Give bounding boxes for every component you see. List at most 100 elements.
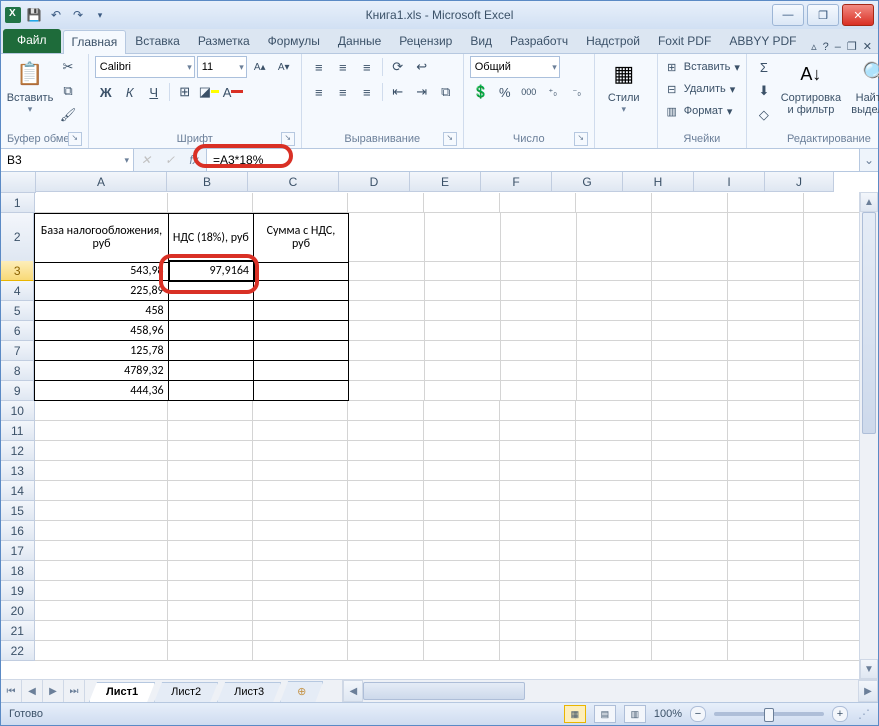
cell-H17[interactable] [652, 541, 728, 561]
cell-G9[interactable] [577, 381, 653, 401]
cell-B22[interactable] [168, 641, 254, 661]
cell-E21[interactable] [424, 621, 500, 641]
cell-B12[interactable] [168, 441, 254, 461]
cell-F3[interactable] [501, 261, 577, 281]
ribbon-tab-foxit pdf[interactable]: Foxit PDF [649, 29, 720, 53]
cell-H12[interactable] [652, 441, 728, 461]
cell-C6[interactable] [254, 321, 349, 341]
cell-C20[interactable] [253, 601, 348, 621]
number-format-combo[interactable]: Общий [470, 56, 560, 78]
cell-B15[interactable] [168, 501, 254, 521]
cell-D11[interactable] [348, 421, 424, 441]
ribbon-tab-вид[interactable]: Вид [461, 29, 501, 53]
close-button[interactable]: ✕ [842, 4, 874, 26]
cell-B19[interactable] [168, 581, 254, 601]
align-right-button[interactable]: ≡ [356, 81, 378, 103]
ribbon-tab-вставка[interactable]: Вставка [126, 29, 189, 53]
cell-G7[interactable] [577, 341, 653, 361]
sheet-nav-first-icon[interactable]: ⏮ [1, 680, 22, 702]
cell-G10[interactable] [576, 401, 652, 421]
cell-H18[interactable] [652, 561, 728, 581]
cell-A17[interactable] [35, 541, 168, 561]
cell-C4[interactable] [254, 281, 349, 301]
clipboard-dialog-icon[interactable]: ↘ [68, 132, 82, 146]
cell-D22[interactable] [348, 641, 424, 661]
cell-H14[interactable] [652, 481, 728, 501]
row-header-18[interactable]: 18 [1, 561, 35, 581]
cell-F18[interactable] [500, 561, 576, 581]
cell-A15[interactable] [35, 501, 168, 521]
cell-B21[interactable] [168, 621, 254, 641]
row-header-1[interactable]: 1 [1, 193, 35, 213]
cell-B5[interactable] [169, 301, 254, 321]
cell-F8[interactable] [501, 361, 577, 381]
cell-H15[interactable] [652, 501, 728, 521]
cell-G3[interactable] [577, 261, 653, 281]
cell-E9[interactable] [425, 381, 501, 401]
column-header-D[interactable]: D [339, 172, 410, 192]
cell-I22[interactable] [728, 641, 804, 661]
file-tab[interactable]: Файл [3, 29, 61, 53]
delete-cells-button[interactable]: ⊟Удалить ▾ [664, 78, 736, 100]
row-header-21[interactable]: 21 [1, 621, 35, 641]
cell-E16[interactable] [424, 521, 500, 541]
cell-I15[interactable] [728, 501, 804, 521]
cell-C5[interactable] [254, 301, 349, 321]
cell-D10[interactable] [348, 401, 424, 421]
row-header-22[interactable]: 22 [1, 641, 35, 661]
cell-H3[interactable] [652, 261, 728, 281]
cell-E7[interactable] [425, 341, 501, 361]
expand-formula-bar-icon[interactable]: ⌄ [859, 149, 878, 171]
row-header-16[interactable]: 16 [1, 521, 35, 541]
sheet-tab-Лист3[interactable]: Лист3 [217, 682, 281, 702]
cell-H13[interactable] [652, 461, 728, 481]
cell-D9[interactable] [349, 381, 425, 401]
cell-I9[interactable] [728, 381, 804, 401]
cell-G19[interactable] [576, 581, 652, 601]
cell-D19[interactable] [348, 581, 424, 601]
cell-A12[interactable] [35, 441, 168, 461]
column-header-F[interactable]: F [481, 172, 552, 192]
cell-I7[interactable] [728, 341, 804, 361]
cell-G21[interactable] [576, 621, 652, 641]
format-painter-button[interactable]: 🖌 [57, 104, 79, 126]
save-button[interactable]: 💾 [25, 6, 43, 24]
cell-I17[interactable] [728, 541, 804, 561]
cell-A19[interactable] [35, 581, 168, 601]
cell-E1[interactable] [424, 193, 500, 213]
view-layout-button[interactable]: ▤ [594, 705, 616, 723]
cell-D20[interactable] [348, 601, 424, 621]
cell-F16[interactable] [500, 521, 576, 541]
cell-F12[interactable] [500, 441, 576, 461]
cell-A4[interactable]: 225,89 [34, 281, 168, 301]
cell-H19[interactable] [652, 581, 728, 601]
column-header-E[interactable]: E [410, 172, 481, 192]
cell-D1[interactable] [348, 193, 424, 213]
find-select-button[interactable]: 🔍 Найти и выделить [847, 56, 879, 116]
column-header-J[interactable]: J [765, 172, 834, 192]
horizontal-scrollbar[interactable]: ◀ ▶ [342, 680, 878, 702]
column-header-C[interactable]: C [248, 172, 339, 192]
ribbon-tab-данные[interactable]: Данные [329, 29, 390, 53]
cell-I20[interactable] [728, 601, 804, 621]
cell-G2[interactable] [577, 213, 653, 262]
mdi-restore-button[interactable]: ❐ [847, 40, 857, 53]
cell-B11[interactable] [168, 421, 254, 441]
cell-A8[interactable]: 4789,32 [34, 361, 168, 381]
sheet-nav-last-icon[interactable]: ⏭ [64, 680, 85, 702]
cell-F2[interactable] [501, 213, 577, 262]
cell-G15[interactable] [576, 501, 652, 521]
column-header-B[interactable]: B [167, 172, 248, 192]
sheet-tab-Лист2[interactable]: Лист2 [154, 682, 218, 702]
bold-button[interactable]: Ж [95, 81, 117, 103]
select-all-corner[interactable] [1, 172, 36, 193]
cell-B8[interactable] [169, 361, 254, 381]
scroll-left-icon[interactable]: ◀ [343, 680, 363, 702]
wrap-text-button[interactable]: ↩ [411, 56, 433, 78]
resize-grip-icon[interactable]: ⋰ [856, 707, 870, 721]
cell-C21[interactable] [253, 621, 348, 641]
row-header-5[interactable]: 5 [1, 301, 34, 321]
cell-D2[interactable] [349, 213, 425, 262]
cell-C2[interactable]: Сумма с НДС, руб [254, 213, 349, 263]
cell-A11[interactable] [35, 421, 168, 441]
